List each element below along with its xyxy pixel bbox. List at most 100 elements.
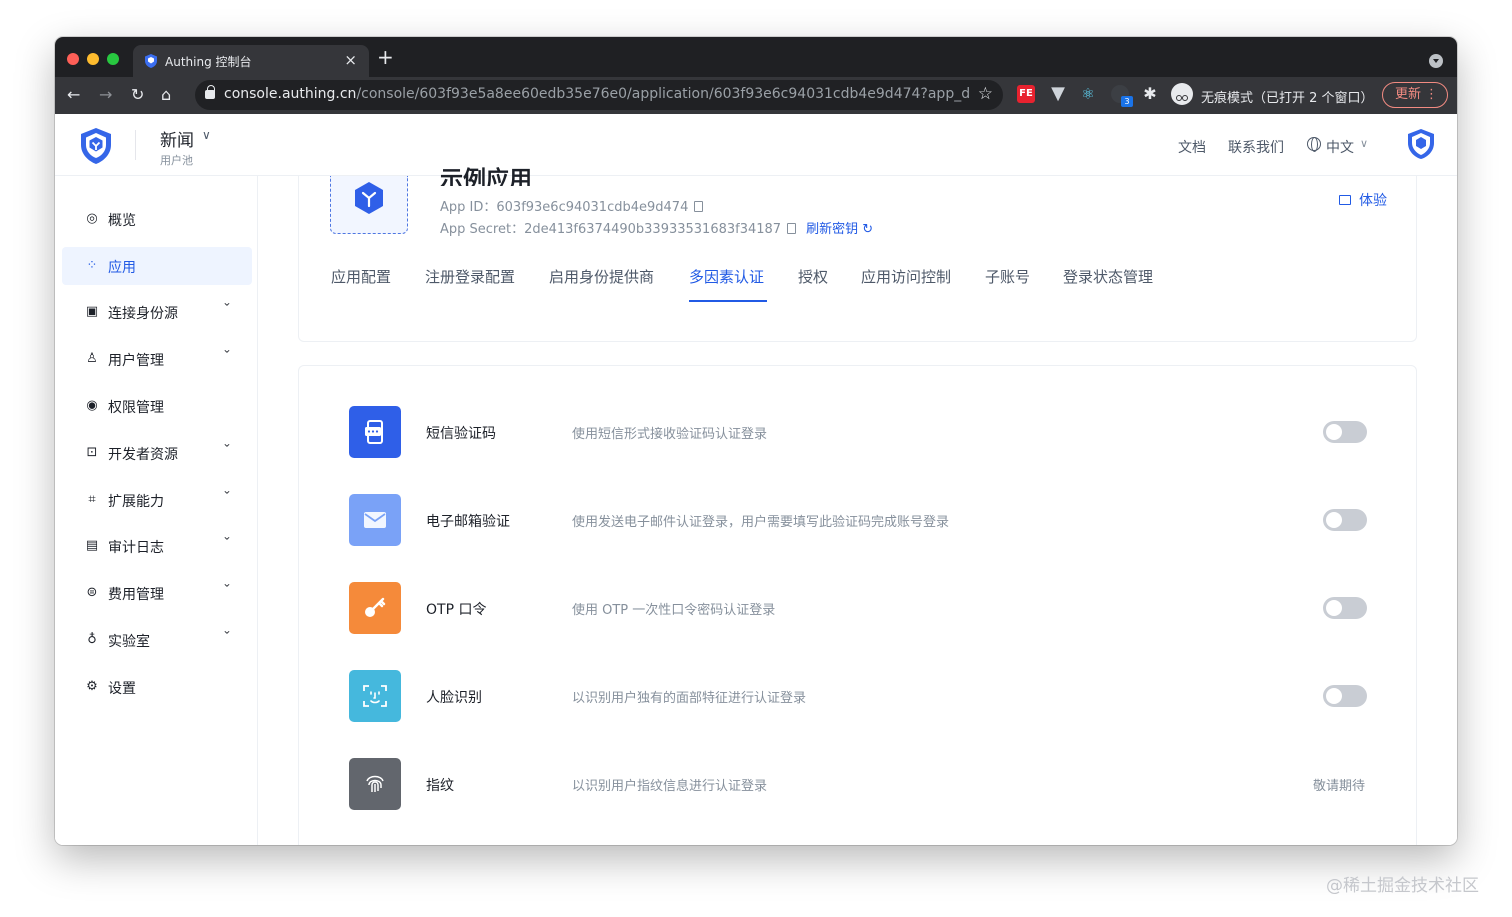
sidebar-item-label: 用户管理 [108,353,164,369]
maximize-window-button[interactable] [107,53,119,65]
sidebar-item-label: 概览 [108,213,136,229]
app-info-card: 示例应用 App ID：603f93e6c94031cdb4e9d474 App… [298,167,1417,342]
copy-icon[interactable] [787,223,797,234]
app-logo[interactable] [330,176,408,234]
chevron-down-icon: ˇ [222,630,232,644]
otp-mfa-toggle[interactable] [1323,597,1367,619]
tab-sub-accounts[interactable]: 子账号 [985,266,1030,287]
refresh-secret-link[interactable]: 刷新密钥 ↻ [806,222,873,237]
chevron-down-icon[interactable]: ∨ [1360,137,1368,150]
header-divider [135,130,136,160]
billing-icon: ⊜ [86,585,98,600]
tab-app-config[interactable]: 应用配置 [331,266,391,287]
update-label: 更新 [1395,87,1422,102]
extension-badge: 3 [1121,96,1133,107]
mfa-description: 使用 OTP 一次性口令密码认证登录 [572,603,776,618]
app-id-value: 603f93e6c94031cdb4e9d474 [496,200,689,215]
chevron-down-icon: ˇ [222,349,232,363]
sidebar-item-identity-sources[interactable]: ▣ 连接身份源 ˇ [62,293,252,331]
extensions-puzzle-icon[interactable]: ✱ [1141,85,1159,103]
sidebar-item-users[interactable]: ♙ 用户管理 ˇ [62,340,252,378]
more-menu-icon: ⋮ [1425,87,1438,102]
reload-icon[interactable]: ↻ [131,86,144,104]
tab-identity-providers[interactable]: 启用身份提供商 [549,266,654,287]
sidebar-item-apps[interactable]: ⁘ 应用 [62,247,252,285]
tab-login-state[interactable]: 登录状态管理 [1063,266,1153,287]
sidebar-item-label: 扩展能力 [108,494,164,510]
update-button[interactable]: 更新 ⋮ [1382,82,1448,108]
sidebar-item-settings[interactable]: ⚙ 设置 [62,668,252,706]
copy-icon[interactable] [694,201,704,212]
globe-icon[interactable] [1307,137,1321,152]
mfa-description: 使用发送电子邮件认证登录，用户需要填写此验证码完成账号登录 [572,515,950,530]
sms-icon [349,406,401,458]
incognito-icon[interactable] [1171,83,1193,105]
tab-register-login[interactable]: 注册登录配置 [425,266,515,287]
try-button[interactable]: 体验 [1339,190,1387,210]
sidebar-item-label: 应用 [108,260,136,276]
browser-tab[interactable]: Authing 控制台 × [133,45,369,77]
forward-arrow-icon[interactable]: → [99,86,112,104]
sidebar-item-developer[interactable]: ⊡ 开发者资源 ˇ [62,434,252,472]
fe-extension-icon[interactable]: FE [1017,85,1035,103]
sidebar-item-label: 权限管理 [108,400,164,416]
mfa-row-email: 电子邮箱验证 使用发送电子邮件认证登录，用户需要填写此验证码完成账号登录 [349,494,1369,546]
watermark: @稀土掘金技术社区 [1326,876,1479,896]
sidebar: ◎ 概览 ⁘ 应用 ▣ 连接身份源 ˇ ♙ 用户管理 ˇ ◉ 权限管理 ⊡ 开发… [55,176,258,845]
contact-link[interactable]: 联系我们 [1228,137,1284,157]
url-text[interactable]: console.authing.cn/console/603f93e5a8ee6… [224,86,969,102]
userpool-name[interactable]: 新闻 [160,126,194,151]
tab-title: Authing 控制台 [165,55,252,69]
home-icon[interactable]: ⌂ [161,86,171,104]
back-arrow-icon[interactable]: ← [67,86,80,104]
sidebar-item-audit-log[interactable]: ▤ 审计日志 ˇ [62,527,252,565]
chevron-down-icon[interactable]: ∨ [202,128,211,142]
app-header: 新闻 ∨ 用户池 文档 联系我们 中文 ∨ [55,114,1457,176]
minimize-window-button[interactable] [87,53,99,65]
fingerprint-icon [349,758,401,810]
face-mfa-toggle[interactable] [1323,685,1367,707]
sidebar-item-overview[interactable]: ◎ 概览 [62,200,252,238]
bookmark-star-icon[interactable]: ☆ [978,84,993,104]
email-icon [349,494,401,546]
identity-source-icon: ▣ [85,304,99,319]
new-tab-button[interactable]: + [377,47,394,67]
close-window-button[interactable] [67,53,79,65]
sms-mfa-toggle[interactable] [1323,421,1367,443]
user-avatar-icon[interactable] [1407,128,1435,160]
browser-tab-bar: Authing 控制台 × + [55,37,1457,77]
tab-search-button[interactable] [1429,54,1443,68]
sidebar-item-permissions[interactable]: ◉ 权限管理 [62,387,252,425]
app-id-label: App ID： [440,200,497,215]
docs-link[interactable]: 文档 [1178,137,1206,157]
tab-access-control[interactable]: 应用访问控制 [861,266,951,287]
tab-mfa[interactable]: 多因素认证 [689,266,764,287]
mfa-row-face: 人脸识别 以识别用户独有的面部特征进行认证登录 [349,670,1369,722]
tab-authorization[interactable]: 授权 [798,266,828,287]
log-icon: ▤ [85,538,99,553]
try-label: 体验 [1359,193,1387,209]
app-secret-label: App Secret： [440,222,525,237]
mfa-name: 电子邮箱验证 [426,514,510,530]
tab-close-icon[interactable]: × [344,51,357,69]
vue-devtools-icon[interactable]: ▼ [1049,85,1067,103]
permission-icon: ◉ [86,398,98,413]
app-secret-row: App Secret：2de413f6374490b33933531683f34… [440,218,873,237]
mfa-row-otp: OTP 口令 使用 OTP 一次性口令密码认证登录 [349,582,1369,634]
lock-icon[interactable] [205,85,215,99]
email-mfa-toggle[interactable] [1323,509,1367,531]
address-bar[interactable]: console.authing.cn/console/603f93e5a8ee6… [195,80,1003,110]
apps-icon: ⁘ [86,258,98,273]
chevron-down-icon: ˇ [222,536,232,550]
authing-logo-icon[interactable] [79,127,113,165]
sidebar-item-extensions[interactable]: ⌗ 扩展能力 ˇ [62,481,252,519]
code-icon: ⊡ [86,445,98,460]
incognito-label[interactable]: 无痕模式（已打开 2 个窗口） [1201,87,1374,106]
sidebar-item-billing[interactable]: ⊜ 费用管理 ˇ [62,574,252,612]
extension-icon: ⌗ [88,492,96,507]
chevron-down-icon: ˇ [222,302,232,316]
language-selector[interactable]: 中文 [1326,137,1354,157]
sidebar-item-lab[interactable]: ♁ 实验室 ˇ [62,621,252,659]
react-devtools-icon[interactable]: ⚛ [1079,85,1097,103]
face-scan-icon [349,670,401,722]
